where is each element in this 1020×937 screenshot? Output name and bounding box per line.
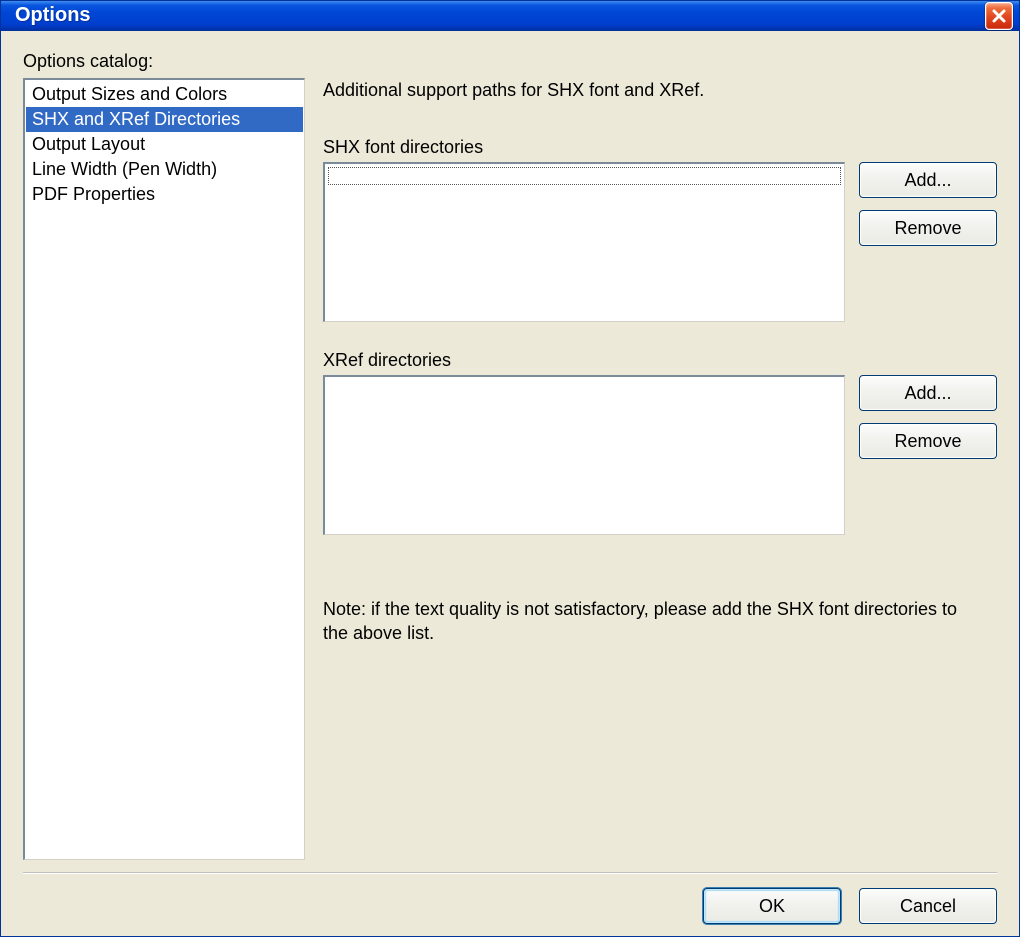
main-row: Output Sizes and ColorsSHX and XRef Dire… [23, 78, 997, 860]
close-icon [991, 8, 1007, 24]
titlebar: Options [1, 1, 1019, 31]
options-catalog-list[interactable]: Output Sizes and ColorsSHX and XRef Dire… [23, 78, 305, 860]
xref-button-column: Add... Remove [859, 375, 997, 459]
shx-remove-button[interactable]: Remove [859, 210, 997, 246]
shx-directories-list[interactable] [323, 162, 845, 322]
xref-directories-list[interactable] [323, 375, 845, 535]
options-dialog: Options Options catalog: Output Sizes an… [0, 0, 1020, 937]
shx-section-label: SHX font directories [323, 137, 997, 158]
xref-row: Add... Remove [323, 375, 997, 535]
options-catalog-item[interactable]: SHX and XRef Directories [26, 107, 303, 132]
xref-remove-button[interactable]: Remove [859, 423, 997, 459]
xref-add-button[interactable]: Add... [859, 375, 997, 411]
dialog-button-row: OK Cancel [23, 888, 997, 924]
options-catalog-item[interactable]: Line Width (Pen Width) [26, 157, 303, 182]
shx-list-focus-rect [328, 167, 841, 185]
note-text: Note: if the text quality is not satisfa… [323, 597, 963, 646]
options-catalog-item[interactable]: PDF Properties [26, 182, 303, 207]
window-title: Options [15, 4, 985, 27]
options-catalog-label: Options catalog: [23, 51, 997, 72]
client-area: Options catalog: Output Sizes and Colors… [1, 31, 1019, 936]
ok-button[interactable]: OK [703, 888, 841, 924]
separator [23, 872, 997, 874]
shx-add-button[interactable]: Add... [859, 162, 997, 198]
options-catalog-item[interactable]: Output Layout [26, 132, 303, 157]
right-pane: Additional support paths for SHX font an… [323, 78, 997, 860]
options-catalog-item[interactable]: Output Sizes and Colors [26, 82, 303, 107]
shx-button-column: Add... Remove [859, 162, 997, 246]
xref-section-label: XRef directories [323, 350, 997, 371]
page-description: Additional support paths for SHX font an… [323, 80, 997, 101]
window-close-button[interactable] [985, 2, 1013, 30]
shx-row: Add... Remove [323, 162, 997, 322]
cancel-button[interactable]: Cancel [859, 888, 997, 924]
